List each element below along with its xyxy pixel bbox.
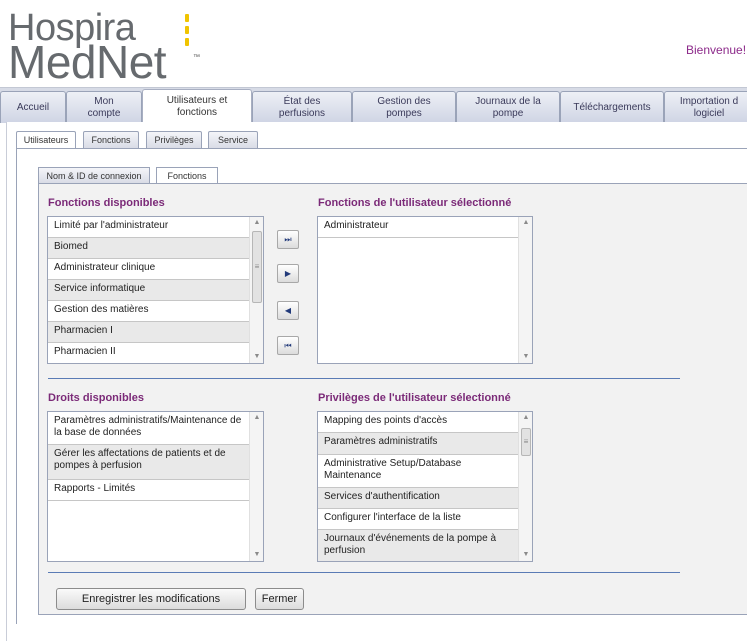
tab-utilisateurs-fonctions[interactable]: Utilisateurs et fonctions [142,89,252,124]
tab-label: Accueil [16,101,50,113]
scroll-up-icon[interactable]: ▲ [519,412,532,424]
scroll-down-icon[interactable]: ▼ [519,549,532,561]
tab-label: Journaux de la [475,95,541,107]
scroll-thumb[interactable]: ≡ [252,231,262,303]
list-item[interactable]: Gérer les affectations de patients et de… [48,445,251,480]
list-item[interactable]: Limité par l'administrateur [48,217,251,238]
list-item[interactable]: Services d'authentification [318,488,520,509]
tab-mon-compte[interactable]: Mon compte [66,91,142,123]
tab-importation-logiciel[interactable]: Importation d logiciel [664,91,747,123]
subtab-service[interactable]: Service [208,131,258,149]
save-button[interactable]: Enregistrer les modifications [56,588,246,610]
logo-line2: MedNet [8,36,167,88]
logo-dots-icon [185,14,191,50]
subtab-fonctions[interactable]: Fonctions [83,131,139,149]
add-all-button[interactable]: ⏭ [277,230,299,249]
subtab-privileges[interactable]: Privilèges [146,131,202,149]
logo-trademark: ™ [193,54,200,61]
fonctions-disponibles-title: Fonctions disponibles [48,197,165,209]
scroll-down-icon[interactable]: ▼ [250,549,263,561]
section-divider [48,378,680,379]
tab-journaux-pompe[interactable]: Journaux de la pompe [456,91,560,123]
list-item[interactable]: Administrative Setup/Database Maintenanc… [318,455,520,488]
list-item[interactable]: Service informatique [48,280,251,301]
tab-accueil[interactable]: Accueil [0,91,66,123]
list-item[interactable]: Mapping des points d'accès [318,412,520,433]
tab-label: perfusions [278,107,326,119]
tab-label: compte [87,107,121,119]
scroll-up-icon[interactable]: ▲ [519,217,532,229]
scrollbar[interactable]: ▲ ≡ ▼ [518,412,532,561]
list-item[interactable]: Administrateur [318,217,520,238]
scrollbar[interactable]: ▲ ▼ [518,217,532,363]
list-item[interactable]: Journaux d'événements de la pompe à perf… [318,530,520,561]
tab-label: Mon [94,95,114,107]
tab-label: logiciel [693,107,725,119]
welcome-text: Bienvenue! [686,43,747,57]
tab-telechargements[interactable]: Téléchargements [560,91,664,123]
tab-label: Gestion des [377,95,431,107]
fonctions-utilisateur-title: Fonctions de l'utilisateur sélectionné [318,197,512,209]
list-item[interactable]: Pharmacien II [48,343,251,363]
tab-label: Téléchargements [573,101,651,113]
list-item[interactable]: Rapports - Limités [48,480,251,501]
list-item[interactable]: Administrateur clinique [48,259,251,280]
tab-gestion-pompes[interactable]: Gestion des pompes [352,91,456,123]
privileges-utilisateur-list[interactable]: Mapping des points d'accès Paramètres ad… [317,411,533,562]
add-button[interactable]: ▶ [277,264,299,283]
list-item[interactable]: Biomed [48,238,251,259]
tab-label: fonctions [176,107,218,118]
hospira-mednet-logo: Hospira MedNet ™ [8,8,268,88]
remove-all-button[interactable]: ⏮ [277,336,299,355]
innertab-fonctions[interactable]: Fonctions [156,167,218,184]
scroll-up-icon[interactable]: ▲ [250,412,263,424]
tab-etat-perfusions[interactable]: État des perfusions [252,91,352,123]
fonctions-utilisateur-list[interactable]: Administrateur ▲ ▼ [317,216,533,364]
tab-label: Utilisateurs et [166,95,228,106]
scroll-up-icon[interactable]: ▲ [250,217,263,229]
close-button[interactable]: Fermer [255,588,304,610]
tab-label: pompes [386,107,422,119]
main-nav-tabs: Accueil Mon compte Utilisateurs et fonct… [0,87,747,124]
list-item[interactable]: Configurer l'interface de la liste [318,509,520,530]
droits-disponibles-list[interactable]: Paramètres administratifs/Maintenance de… [47,411,264,562]
list-item[interactable]: Pharmacien I [48,322,251,343]
scroll-down-icon[interactable]: ▼ [519,351,532,363]
scroll-down-icon[interactable]: ▼ [250,351,263,363]
innertab-nom-id[interactable]: Nom & ID de connexion [38,167,150,184]
remove-button[interactable]: ◀ [277,301,299,320]
droits-disponibles-title: Droits disponibles [48,392,144,404]
scroll-thumb[interactable]: ≡ [521,428,531,456]
tab-label: Importation d [679,95,739,107]
privileges-utilisateur-title: Privilèges de l'utilisateur sélectionné [318,392,511,404]
tab-label: pompe [492,107,524,119]
list-item[interactable]: Gestion des matières [48,301,251,322]
scrollbar[interactable]: ▲ ▼ [249,412,263,561]
subtab-utilisateurs[interactable]: Utilisateurs [16,131,76,149]
tab-label: État des [283,95,321,107]
list-item[interactable]: Paramètres administratifs/Maintenance de… [48,412,251,445]
list-item[interactable]: Paramètres administratifs [318,433,520,455]
section-divider [48,572,680,573]
fonctions-disponibles-list[interactable]: Limité par l'administrateur Biomed Admin… [47,216,264,364]
scrollbar[interactable]: ▲ ≡ ▼ [249,217,263,363]
